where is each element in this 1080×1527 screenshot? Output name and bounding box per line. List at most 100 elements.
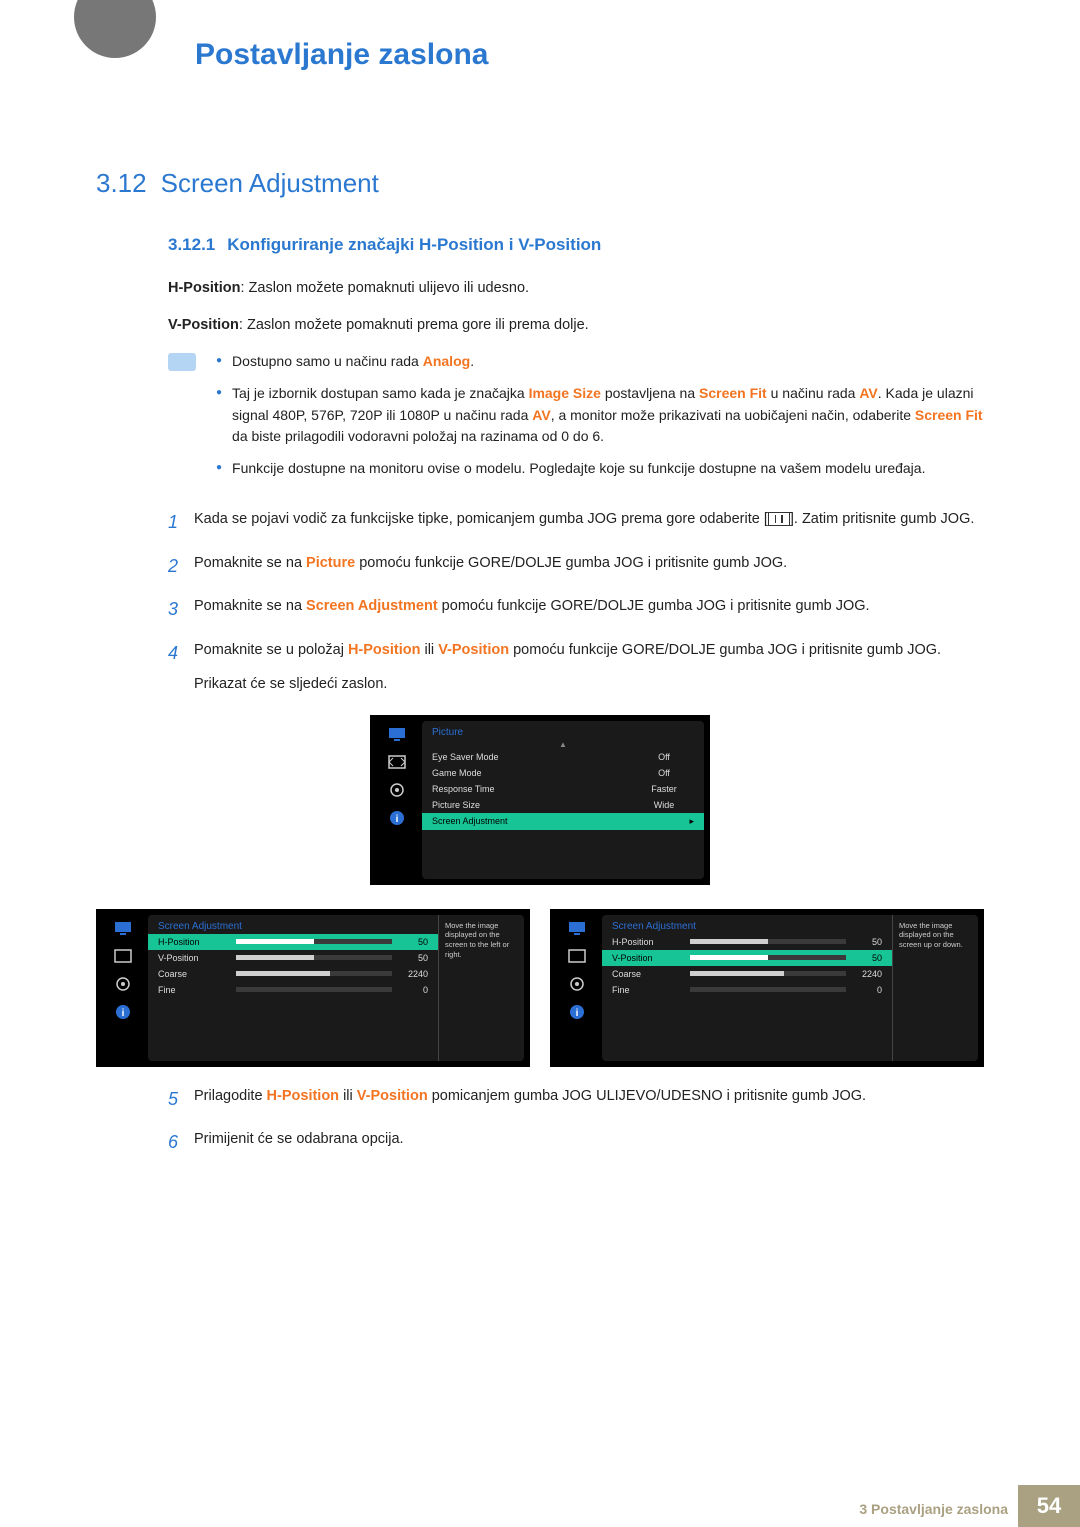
osd-pair: i Screen Adjustment H-Position50V-Positi… xyxy=(96,909,984,1067)
slider-value: 0 xyxy=(398,985,428,995)
osd-slider-row[interactable]: V-Position50 xyxy=(602,950,892,966)
slider-bar[interactable] xyxy=(236,955,392,960)
monitor-icon xyxy=(386,725,408,743)
gear-icon xyxy=(386,781,408,799)
step4-e: pomoću funkcije GORE/DOLJE gumba JOG i p… xyxy=(509,642,941,658)
subsection-name: Konfiguriranje značajki H-Position i V-P… xyxy=(227,235,601,254)
slider-label: V-Position xyxy=(158,953,230,963)
note-bullet-3: ● Funkcije dostupne na monitoru ovise o … xyxy=(216,458,984,480)
step-3: 3 Pomaknite se na Screen Adjustment pomo… xyxy=(168,595,984,625)
content-area: 3.12 Screen Adjustment 3.12.1 Konfiguriran… xyxy=(0,168,1080,1158)
scroll-up-icon: ▲ xyxy=(422,740,704,749)
step4-a: Pomaknite se u položaj xyxy=(194,642,348,658)
note2-e: u načinu rada xyxy=(767,385,860,401)
note2-k: da biste prilagodili vodoravni položaj n… xyxy=(232,428,604,444)
step-num: 4 xyxy=(168,639,194,697)
info-icon: i xyxy=(112,1003,134,1021)
osd-row-value: Off xyxy=(634,752,694,762)
slider-value: 50 xyxy=(398,953,428,963)
footer-chapter-ref: 3 Postavljanje zaslona xyxy=(859,1501,1008,1517)
osd-selected-label: Screen Adjustment xyxy=(432,816,689,826)
osd-slider-row[interactable]: Fine0 xyxy=(602,982,892,998)
step1-a: Kada se pojavi vodič za funkcijske tipke… xyxy=(194,511,768,527)
info-icon: i xyxy=(386,809,408,827)
osd-title-left: Screen Adjustment xyxy=(148,915,438,934)
step-1: 1 Kada se pojavi vodič za funkcijske tip… xyxy=(168,508,984,538)
slider-value: 2240 xyxy=(398,969,428,979)
subsection-number: 3.12.1 xyxy=(168,235,215,254)
note1-analog: Analog xyxy=(423,353,470,369)
step-4: 4 Pomaknite se u položaj H-Position ili … xyxy=(168,639,984,697)
step-num: 2 xyxy=(168,552,194,582)
slider-value: 50 xyxy=(852,953,882,963)
monitor-icon xyxy=(566,919,588,937)
note-bullet-1: ● Dostupno samo u načinu rada Analog. xyxy=(216,351,984,373)
bullet-dot-icon: ● xyxy=(216,458,222,480)
osd-slider-row[interactable]: Fine 0 xyxy=(148,982,438,998)
vposition-label: V-Position xyxy=(168,317,239,333)
step3-a: Pomaknite se na xyxy=(194,598,306,614)
slider-bar[interactable] xyxy=(236,987,392,992)
step5-c: ili xyxy=(339,1088,357,1104)
osd-row[interactable]: Picture SizeWide xyxy=(422,797,704,813)
slider-bar[interactable] xyxy=(690,971,846,976)
osd-slider-row[interactable]: H-Position50 xyxy=(602,934,892,950)
slider-bar[interactable] xyxy=(690,939,846,944)
osd-main-wrapper: i Picture ▲ Eye Saver ModeOffGame ModeOf… xyxy=(96,715,984,885)
hposition-text: : Zaslon možete pomaknuti ulijevo ili ud… xyxy=(241,280,530,296)
slider-value: 50 xyxy=(852,937,882,947)
osd-row[interactable]: Eye Saver ModeOff xyxy=(422,749,704,765)
step3-screenadj: Screen Adjustment xyxy=(306,598,438,614)
step1-b: ]. Zatim pritisnite gumb JOG. xyxy=(790,511,975,527)
picture-frame-icon xyxy=(386,753,408,771)
slider-bar[interactable] xyxy=(690,955,846,960)
osd-slider-row[interactable]: V-Position 50 xyxy=(148,950,438,966)
osd-slider-row[interactable]: Coarse2240 xyxy=(602,966,892,982)
note3-text: Funkcije dostupne na monitoru ovise o mo… xyxy=(232,458,925,480)
slider-bar[interactable] xyxy=(236,971,392,976)
step4-vpos: V-Position xyxy=(438,642,509,658)
osd-info-right: Move the image displayed on the screen u… xyxy=(892,915,978,1061)
osd-row-value: Off xyxy=(634,768,694,778)
note2-screenfit1: Screen Fit xyxy=(699,385,767,401)
svg-text:i: i xyxy=(396,814,399,825)
osd-picture-menu: i Picture ▲ Eye Saver ModeOffGame ModeOf… xyxy=(370,715,710,885)
step4-c: ili xyxy=(420,642,438,658)
osd-row[interactable]: Response TimeFaster xyxy=(422,781,704,797)
slider-label: Fine xyxy=(158,985,230,995)
osd-row[interactable]: Game ModeOff xyxy=(422,765,704,781)
osd-hposition-panel: i Screen Adjustment H-Position50V-Positi… xyxy=(96,909,530,1067)
note-block: ● Dostupno samo u načinu rada Analog. ● … xyxy=(168,351,984,489)
hposition-label: H-Position xyxy=(168,280,241,296)
step2-c: pomoću funkcije GORE/DOLJE gumba JOG i p… xyxy=(355,555,787,571)
note2-av1: AV xyxy=(859,385,877,401)
osd-sidebar-left: i xyxy=(102,915,144,1061)
osd-slider-row[interactable]: Coarse2240 xyxy=(148,966,438,982)
step4-hpos: H-Position xyxy=(348,642,421,658)
slider-bar[interactable] xyxy=(236,939,392,944)
picture-frame-icon xyxy=(566,947,588,965)
slider-bar[interactable] xyxy=(690,987,846,992)
osd-title-right: Screen Adjustment xyxy=(602,915,892,934)
osd-left-pane: Screen Adjustment H-Position50V-Position… xyxy=(148,915,438,1061)
osd-row-value: Faster xyxy=(634,784,694,794)
svg-text:i: i xyxy=(576,1008,579,1019)
osd-vposition-panel: i Screen Adjustment H-Position50V-Positi… xyxy=(550,909,984,1067)
page-footer: 3 Postavljanje zaslona 54 xyxy=(0,1475,1080,1527)
info-icon: i xyxy=(566,1003,588,1021)
osd-info-left: Move the image displayed on the screen t… xyxy=(438,915,524,1061)
section-number: 3.12 xyxy=(96,168,147,198)
step-num: 3 xyxy=(168,595,194,625)
slider-value: 2240 xyxy=(852,969,882,979)
step-5: 5 Prilagodite H-Position ili V-Position … xyxy=(168,1085,984,1115)
step-6: 6 Primijenit će se odabrana opcija. xyxy=(168,1128,984,1158)
osd-body: Picture ▲ Eye Saver ModeOffGame ModeOffR… xyxy=(422,721,704,879)
picture-frame-icon xyxy=(112,947,134,965)
osd-row-label: Response Time xyxy=(432,784,634,794)
slider-label: H-Position xyxy=(158,937,230,947)
osd-slider-row[interactable]: H-Position50 xyxy=(148,934,438,950)
step2-a: Pomaknite se na xyxy=(194,555,306,571)
osd-row-selected[interactable]: Screen Adjustment ▸ xyxy=(422,813,704,830)
osd-row-label: Eye Saver Mode xyxy=(432,752,634,762)
step-2: 2 Pomaknite se na Picture pomoću funkcij… xyxy=(168,552,984,582)
